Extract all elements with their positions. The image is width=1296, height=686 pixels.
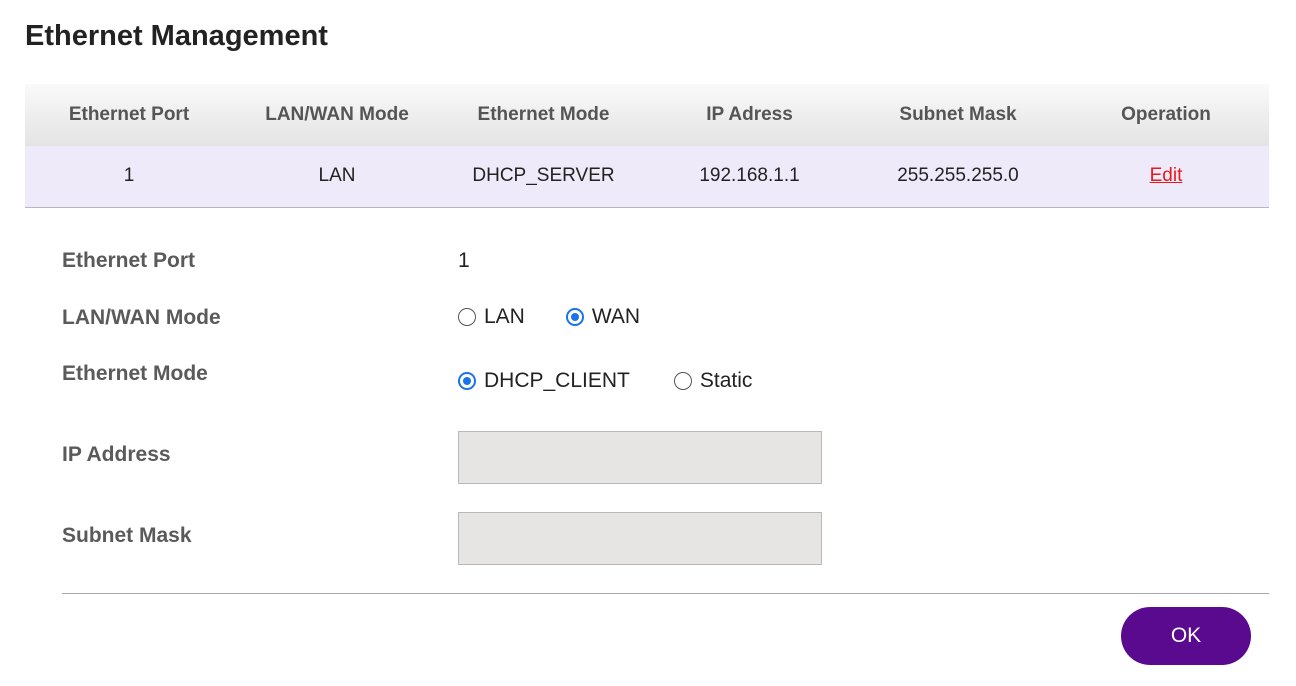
dhcp-client-radio-button[interactable] xyxy=(458,372,476,390)
lan-wan-mode-label: LAN/WAN Mode xyxy=(62,306,221,329)
ethernet-mode-label: Ethernet Mode xyxy=(62,362,208,385)
column-header-subnet-mask: Subnet Mask xyxy=(899,104,1017,125)
cell-ethernet-mode: DHCP_SERVER xyxy=(472,165,615,187)
form-divider xyxy=(62,593,1269,594)
static-radio-label: Static xyxy=(699,369,753,392)
ip-address-input[interactable] xyxy=(458,431,822,484)
table-header-row: Ethernet Port LAN/WAN Mode Ethernet Mode… xyxy=(25,84,1269,146)
ethernet-port-value: 1 xyxy=(458,249,470,272)
static-radio-option[interactable]: Static xyxy=(673,369,753,393)
wan-radio-button[interactable] xyxy=(565,308,584,326)
ethernet-table: Ethernet Port LAN/WAN Mode Ethernet Mode… xyxy=(25,84,1269,208)
column-header-lan-wan-mode: LAN/WAN Mode xyxy=(265,104,409,125)
ip-address-label: IP Address xyxy=(62,443,171,466)
ethernet-mode-radio-group: DHCP_CLIENT Static xyxy=(458,369,752,393)
cell-ethernet-port: 1 xyxy=(123,165,135,187)
cell-lan-wan-mode: LAN xyxy=(318,165,356,187)
column-header-operation: Operation xyxy=(1121,104,1211,125)
lan-radio-label: LAN xyxy=(484,305,525,328)
cell-subnet-mask: 255.255.255.0 xyxy=(897,165,1019,187)
subnet-mask-input[interactable] xyxy=(458,512,822,565)
wan-radio-label: WAN xyxy=(591,305,641,328)
static-radio-button[interactable] xyxy=(673,372,692,390)
page-title: Ethernet Management xyxy=(25,20,328,52)
ok-button[interactable]: OK xyxy=(1121,607,1251,665)
ethernet-port-label: Ethernet Port xyxy=(62,249,196,272)
dhcp-client-radio-option[interactable]: DHCP_CLIENT xyxy=(458,369,630,393)
cell-operation: Edit xyxy=(1063,146,1269,207)
dhcp-client-radio-label: DHCP_CLIENT xyxy=(484,369,630,392)
lan-wan-mode-radio-group: LAN WAN xyxy=(458,305,640,329)
ethernet-management-page: Ethernet Management Ethernet Port LAN/WA… xyxy=(0,0,1296,686)
edit-link[interactable]: Edit xyxy=(1150,165,1183,186)
subnet-mask-label: Subnet Mask xyxy=(62,524,192,547)
lan-radio-button[interactable] xyxy=(458,308,476,326)
column-header-ip-address: IP Adress xyxy=(706,104,793,125)
cell-ip-address: 192.168.1.1 xyxy=(699,165,800,187)
column-header-ethernet-mode: Ethernet Mode xyxy=(477,104,610,125)
lan-radio-option[interactable]: LAN xyxy=(458,305,525,329)
column-header-ethernet-port: Ethernet Port xyxy=(68,104,190,125)
wan-radio-option[interactable]: WAN xyxy=(565,305,641,329)
table-row: 1 LAN DHCP_SERVER 192.168.1.1 255.255.25… xyxy=(25,146,1269,207)
